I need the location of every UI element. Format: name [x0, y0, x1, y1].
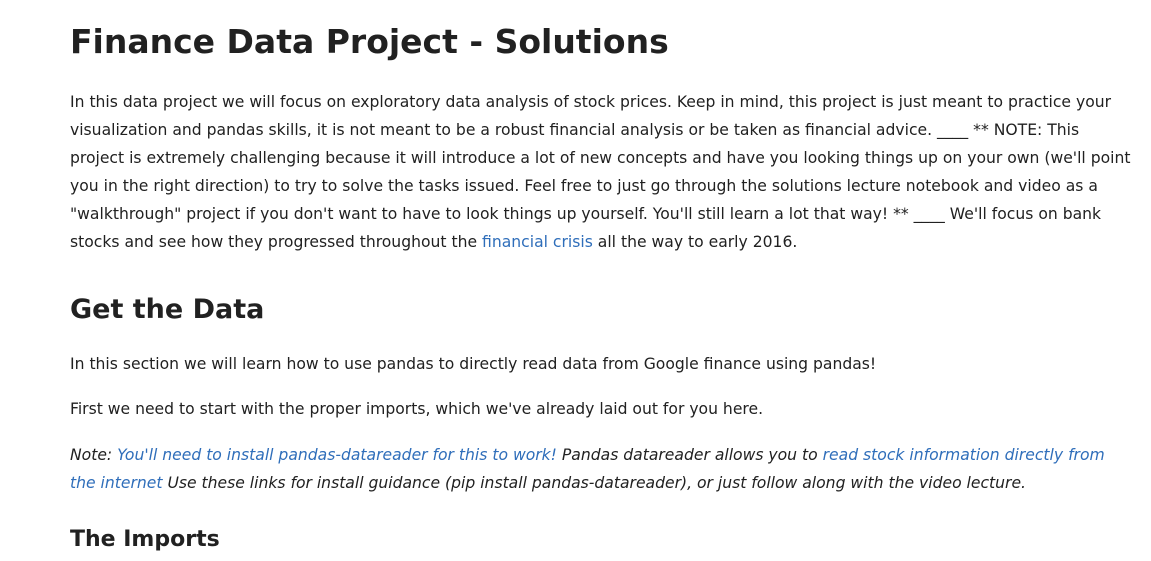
- get-data-paragraph: In this section we will learn how to use…: [70, 355, 877, 373]
- imports-paragraph: First we need to start with the proper i…: [70, 400, 764, 418]
- note-paragraph: Note: You'll need to install pandas-data…: [70, 441, 1132, 497]
- financial-crisis-link[interactable]: financial crisis: [482, 233, 593, 251]
- section-heading-imports: The Imports: [70, 527, 220, 552]
- note-prefix: Note:: [70, 446, 118, 464]
- note-middle: Pandas datareader allows you to: [556, 446, 823, 464]
- page-title: Finance Data Project - Solutions: [70, 22, 669, 61]
- section-heading-get-data: Get the Data: [70, 294, 265, 325]
- note-suffix: Use these links for install guidance (pi…: [162, 474, 1027, 492]
- intro-paragraph: In this data project we will focus on ex…: [70, 88, 1132, 256]
- install-datareader-link[interactable]: You'll need to install pandas-datareader…: [117, 446, 557, 464]
- intro-text-end: all the way to early 2016.: [592, 233, 798, 251]
- intro-text: In this data project we will focus on ex…: [70, 93, 1131, 251]
